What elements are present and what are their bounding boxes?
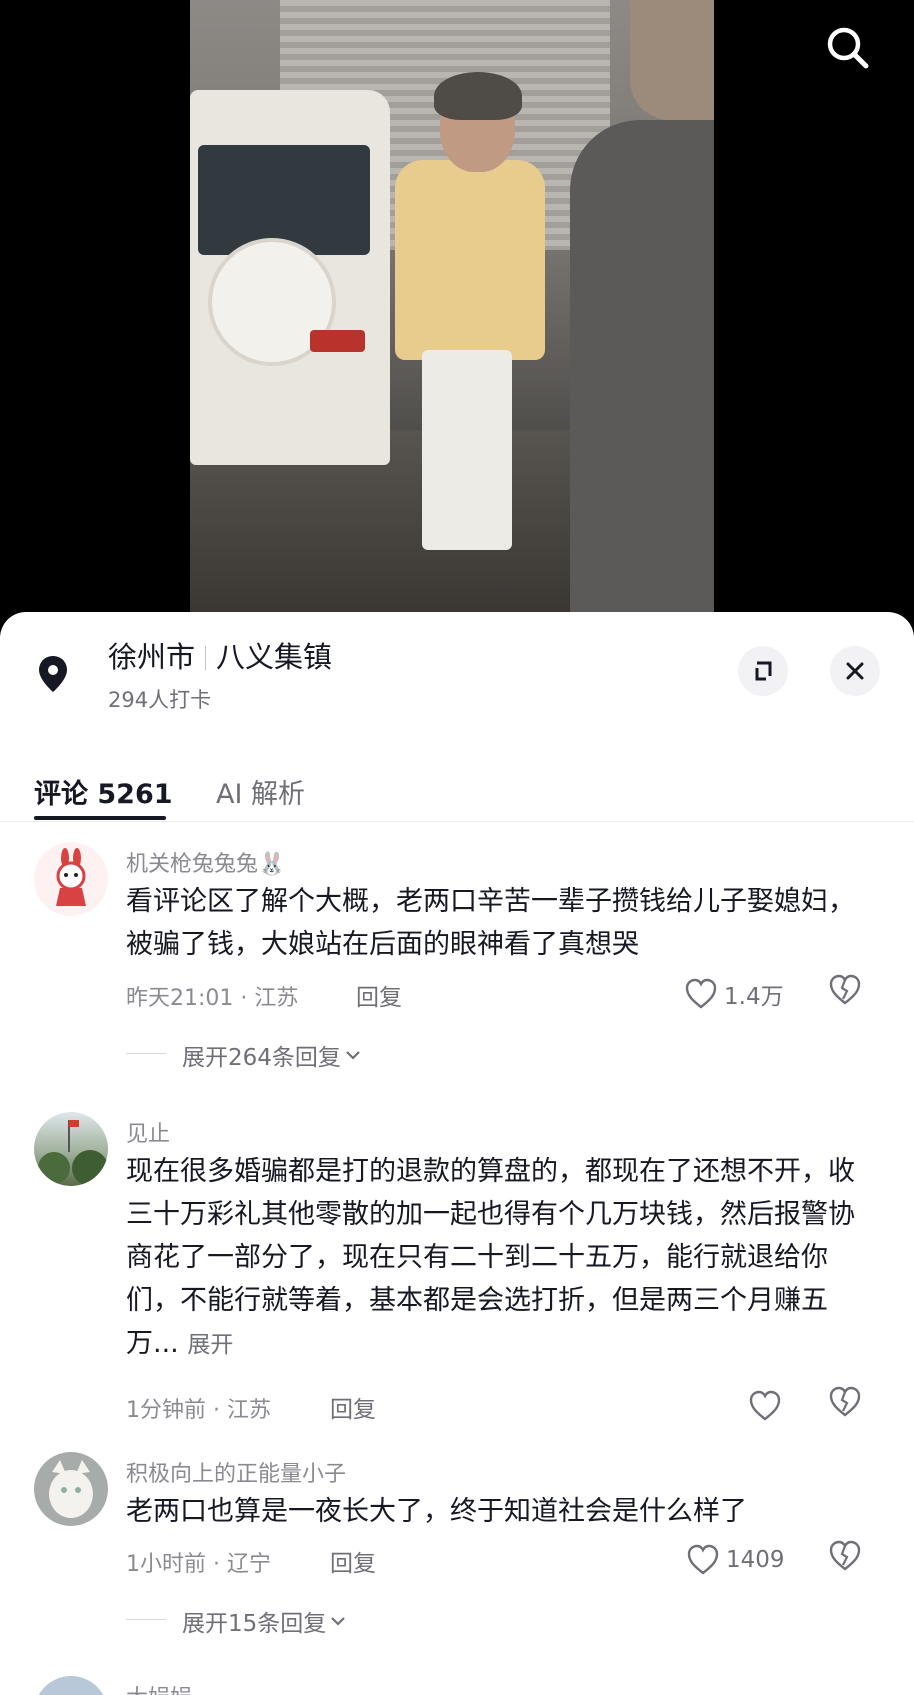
avatar-flag-image (38, 1120, 108, 1186)
comment-sheet: 徐州市 八义集镇 294人打卡 评论 5261 AI 解析 机关枪兔兔兔🐰 看评… (0, 612, 914, 1695)
expand-replies-button[interactable]: 展开15条回复 (182, 1604, 350, 1638)
meta-separator: · (240, 986, 248, 1011)
comment-username[interactable]: 机关枪兔兔兔🐰 (126, 846, 285, 878)
active-tab-indicator (34, 816, 166, 820)
like-count: 1.4万 (724, 984, 784, 1010)
comment-username[interactable]: 见止 (126, 1116, 170, 1148)
avatar-cat-image (49, 1460, 93, 1518)
divider-line (126, 1619, 166, 1620)
comment-region: 辽宁 (227, 1552, 272, 1577)
man-figure (570, 120, 714, 614)
meta-separator: · (213, 1398, 220, 1423)
expand-icon (755, 661, 772, 681)
reply-button[interactable]: 回复 (356, 978, 402, 1012)
search-icon (827, 27, 869, 69)
comment-text: 看评论区了解个大概，老两口辛苦一辈子攒钱给儿子娶媳妇，被骗了钱，大娘站在后面的眼… (126, 886, 855, 960)
comment-meta: 昨天21:01 · 江苏 (126, 980, 298, 1012)
divider-line (126, 1053, 166, 1054)
video-frame (190, 0, 714, 614)
broken-heart-icon (829, 1386, 861, 1417)
close-icon (846, 662, 864, 680)
comment-region: 江苏 (254, 986, 299, 1011)
comment-time: 1小时前 (126, 1552, 206, 1577)
expand-button[interactable] (738, 646, 788, 696)
broken-heart-icon (829, 1540, 861, 1571)
man-head (630, 0, 714, 120)
close-button[interactable] (830, 646, 880, 696)
like-button[interactable]: 1409 (686, 1540, 785, 1580)
heart-icon (687, 1544, 719, 1575)
comment-text-body: 现在很多婚骗都是打的退款的算盘的，都现在了还想不开，收三十万彩礼其他零散的加一起… (126, 1156, 855, 1359)
woman-figure (395, 160, 545, 360)
location-pin-icon (39, 656, 67, 692)
avatar[interactable] (34, 1676, 108, 1695)
location-divider (205, 646, 207, 670)
read-more-link[interactable]: 展开 (187, 1332, 233, 1358)
location-city: 徐州市 (108, 640, 196, 674)
reply-button[interactable]: 回复 (330, 1544, 376, 1578)
avatar[interactable] (34, 1452, 108, 1526)
dislike-button[interactable] (828, 1540, 868, 1580)
tab-ai-analysis[interactable]: AI 解析 (216, 772, 305, 811)
search-button[interactable] (820, 20, 876, 76)
comment-meta: 1分钟前 · 江苏 (126, 1392, 271, 1424)
expand-replies-button[interactable]: 展开264条回复 (182, 1038, 365, 1072)
location-title: 徐州市 八义集镇 (108, 634, 332, 676)
woman-hair (434, 72, 522, 120)
like-button[interactable] (748, 1386, 782, 1426)
white-car (190, 90, 390, 465)
comment-text: 老两口也算是一夜长大了，终于知道社会是什么样了 (126, 1496, 747, 1527)
video-player[interactable] (0, 0, 914, 640)
comment-time: 1分钟前 (126, 1398, 206, 1423)
chevron-down-icon (331, 1617, 346, 1626)
avatar-rabbit-image (56, 848, 86, 906)
tab-comments[interactable]: 评论 5261 (34, 772, 173, 811)
comment-username[interactable]: 积极向上的正能量小子 (126, 1456, 346, 1488)
expand-replies-label: 展开264条回复 (182, 1045, 341, 1071)
comment-region: 江苏 (227, 1398, 272, 1423)
car-taillight (310, 330, 365, 352)
location-place: 八义集镇 (216, 640, 333, 674)
comment-time: 昨天21:01 (126, 986, 234, 1011)
avatar[interactable] (34, 842, 108, 916)
meta-separator: · (213, 1552, 220, 1577)
heart-icon (749, 1390, 781, 1421)
comment-username[interactable]: 大娟娟 (126, 1680, 192, 1695)
checkin-count: 294人打卡 (108, 688, 212, 712)
like-count: 1409 (726, 1547, 785, 1573)
comment-item: 积极向上的正能量小子 老两口也算是一夜长大了，终于知道社会是什么样了 1小时前 … (0, 1452, 914, 1642)
dislike-button[interactable] (828, 1386, 868, 1426)
comment-meta: 1小时前 · 辽宁 (126, 1546, 271, 1578)
broken-heart-icon (829, 974, 861, 1005)
reply-button[interactable]: 回复 (330, 1390, 376, 1424)
comment-item: 大娟娟 (0, 1676, 914, 1695)
dislike-button[interactable] (828, 974, 868, 1014)
expand-replies-label: 展开15条回复 (182, 1611, 327, 1637)
tab-bar: 评论 5261 AI 解析 (0, 742, 914, 822)
like-button[interactable]: 1.4万 (684, 974, 784, 1014)
chevron-down-icon (346, 1051, 360, 1060)
comment-text: 现在很多婚骗都是打的退款的算盘的，都现在了还想不开，收三十万彩礼其他零散的加一起… (126, 1150, 876, 1367)
comment-item: 见止 现在很多婚骗都是打的退款的算盘的，都现在了还想不开，收三十万彩礼其他零散的… (0, 1112, 914, 1432)
avatar[interactable] (34, 1112, 108, 1186)
heart-icon (685, 978, 717, 1009)
woman-legs (422, 350, 512, 550)
